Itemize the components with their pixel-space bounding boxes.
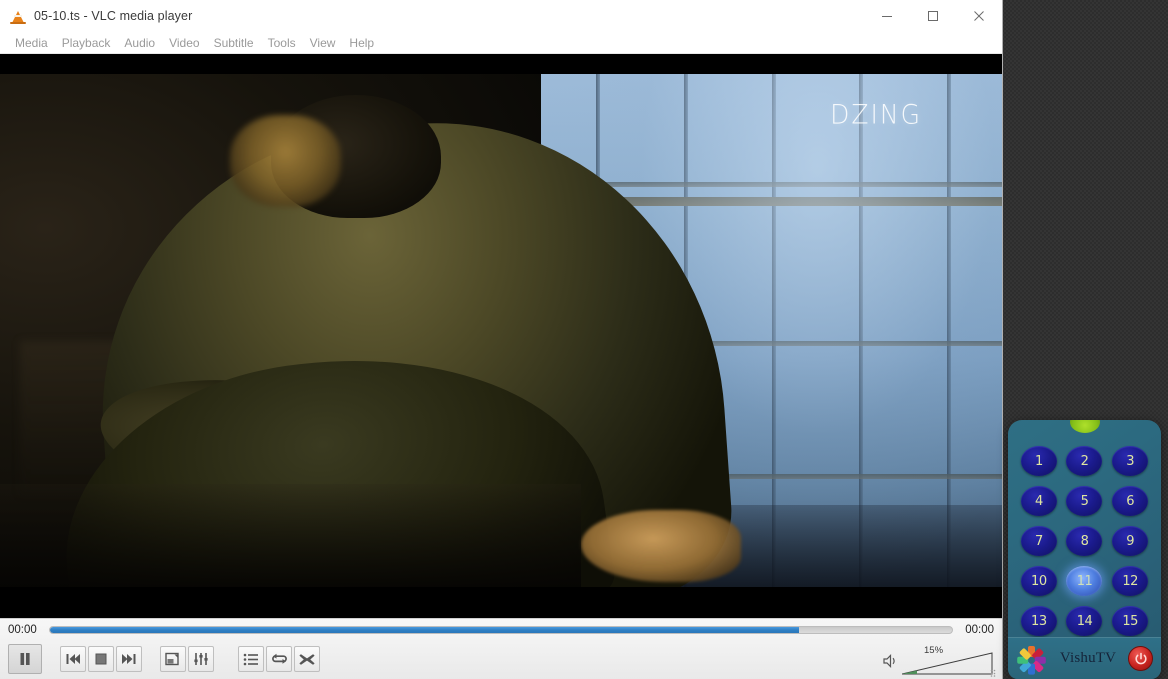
menu-item-playback[interactable]: Playback: [55, 34, 118, 52]
power-button[interactable]: [1128, 646, 1153, 671]
extended-settings-button[interactable]: [188, 646, 214, 672]
video-frame: DZING: [0, 74, 1002, 587]
menu-item-tools[interactable]: Tools: [261, 34, 303, 52]
channel-button-7[interactable]: 7: [1020, 526, 1057, 556]
menu-bar: Media Playback Audio Video Subtitle Tool…: [0, 32, 1002, 54]
close-icon[interactable]: [956, 0, 1002, 32]
power-icon: [1134, 652, 1147, 664]
seek-progress-fill: [50, 627, 799, 633]
title-bar[interactable]: 05-10.ts - VLC media player: [0, 0, 1002, 32]
window-controls: [864, 0, 1002, 32]
volume-grip-handle[interactable]: [990, 669, 998, 677]
video-floor: [0, 484, 582, 587]
channel-button-8[interactable]: 8: [1066, 526, 1103, 556]
play-pause-button[interactable]: [8, 644, 42, 674]
video-watermark: DZING: [830, 99, 922, 130]
menu-item-help[interactable]: Help: [342, 34, 381, 52]
channel-keypad: 1 2 3 4 5 6 7 8 9 10 11 12 13 14 15: [1016, 441, 1153, 641]
channel-button-1[interactable]: 1: [1020, 446, 1057, 476]
minimize-icon[interactable]: [864, 0, 910, 32]
volume-zone: 15%: [883, 641, 996, 677]
seek-row: 00:00 00:00: [0, 619, 1002, 641]
volume-triangle-icon: [902, 652, 993, 675]
channel-button-10[interactable]: 10: [1020, 566, 1057, 596]
channel-button-4[interactable]: 4: [1020, 486, 1057, 516]
previous-button[interactable]: [60, 646, 86, 672]
shuffle-button[interactable]: [294, 646, 320, 672]
vlc-cone-icon: [10, 8, 26, 24]
playlist-button[interactable]: [238, 646, 264, 672]
vishutv-pinwheel-logo: [1016, 644, 1046, 675]
channel-button-14[interactable]: 14: [1066, 606, 1103, 636]
next-button[interactable]: [116, 646, 142, 672]
vishutv-brand-label: VishuTV: [1059, 650, 1117, 666]
channel-button-9[interactable]: 9: [1112, 526, 1149, 556]
channel-button-6[interactable]: 6: [1112, 486, 1149, 516]
channel-button-13[interactable]: 13: [1020, 606, 1057, 636]
channel-button-15[interactable]: 15: [1112, 606, 1149, 636]
elapsed-time-label: 00:00: [8, 624, 37, 636]
vishutv-remote-overlay[interactable]: 1 2 3 4 5 6 7 8 9 10 11 12 13 14 15 Vish…: [1008, 420, 1161, 679]
video-display-area[interactable]: DZING: [0, 54, 1002, 618]
channel-button-5[interactable]: 5: [1066, 486, 1103, 516]
maximize-icon[interactable]: [910, 0, 956, 32]
channel-button-12[interactable]: 12: [1112, 566, 1149, 596]
total-time-label: 00:00: [965, 624, 994, 636]
transport-buttons-row: 15%: [0, 641, 1002, 679]
menu-item-audio[interactable]: Audio: [117, 34, 162, 52]
remote-footer: VishuTV: [1008, 637, 1161, 679]
stop-button[interactable]: [88, 646, 114, 672]
menu-item-media[interactable]: Media: [8, 34, 55, 52]
menu-item-subtitle[interactable]: Subtitle: [207, 34, 261, 52]
menu-item-video[interactable]: Video: [162, 34, 206, 52]
video-person-hair: [230, 115, 341, 208]
channel-button-2[interactable]: 2: [1066, 446, 1103, 476]
video-person-hand: [581, 510, 742, 582]
desktop-background: 05-10.ts - VLC media player Media Playba…: [0, 0, 1168, 679]
control-bar: 00:00 00:00 15%: [0, 618, 1002, 679]
menu-item-view[interactable]: View: [303, 34, 343, 52]
loop-button[interactable]: [266, 646, 292, 672]
channel-button-11[interactable]: 11: [1066, 566, 1103, 596]
volume-slider[interactable]: 15%: [902, 645, 996, 677]
seek-slider[interactable]: [49, 626, 953, 634]
speaker-icon[interactable]: [883, 654, 898, 673]
window-title: 05-10.ts - VLC media player: [34, 9, 193, 23]
vlc-media-player-window: 05-10.ts - VLC media player Media Playba…: [0, 0, 1003, 679]
channel-button-3[interactable]: 3: [1112, 446, 1149, 476]
fullscreen-button[interactable]: [160, 646, 186, 672]
status-led-indicator: [1069, 420, 1100, 433]
